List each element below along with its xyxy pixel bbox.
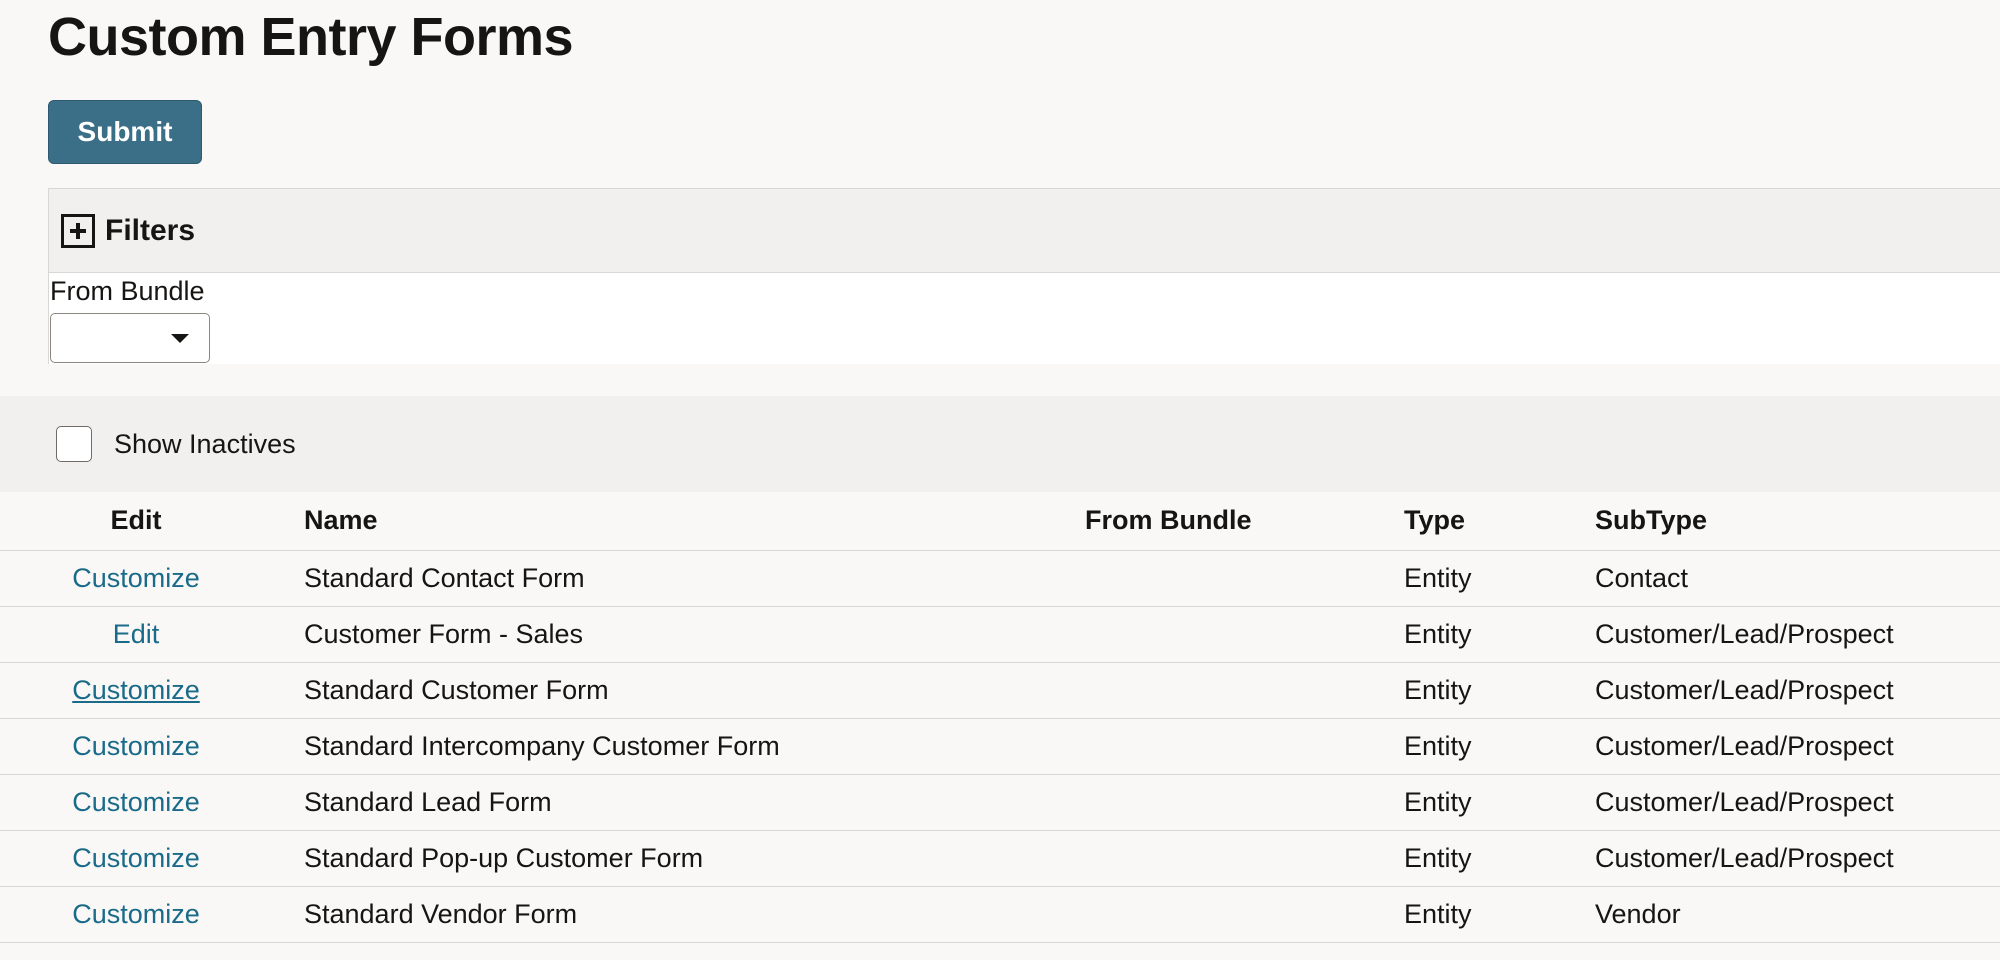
table-row: Customize Standard Intercompany Customer… — [0, 718, 2000, 775]
show-inactives-label[interactable]: Show Inactives — [114, 426, 296, 462]
forms-table: Edit Name From Bundle Type SubType Custo… — [0, 492, 2000, 943]
table-row: Edit Customer Form - Sales Entity Custom… — [0, 606, 2000, 663]
type-cell: Entity — [1370, 718, 1561, 775]
from-bundle-cell — [1051, 718, 1370, 775]
table-header-row: Edit Name From Bundle Type SubType — [0, 492, 2000, 551]
form-name-cell: Standard Customer Form — [272, 662, 1051, 719]
customize-link[interactable]: Customize — [72, 787, 200, 817]
table-row: Customize Standard Contact Form Entity C… — [0, 550, 2000, 607]
filters-toggle[interactable]: Filters — [49, 189, 2000, 273]
filters-panel: Filters From Bundle — [48, 188, 2000, 364]
from-bundle-cell — [1051, 886, 1370, 943]
table-row: Customize Standard Pop-up Customer Form … — [0, 830, 2000, 887]
row-action-cell: Customize — [0, 662, 272, 719]
row-action-cell: Customize — [0, 886, 272, 943]
from-bundle-cell — [1051, 606, 1370, 663]
custom-entry-forms-page: Custom Entry Forms Submit Filters From B… — [0, 0, 2000, 960]
plus-square-icon[interactable] — [61, 213, 95, 248]
table-row: Customize Standard Lead Form Entity Cust… — [0, 774, 2000, 831]
show-inactives-bar: Show Inactives — [0, 396, 2000, 492]
customize-link[interactable]: Customize — [72, 843, 200, 873]
subtype-cell: Customer/Lead/Prospect — [1561, 774, 2000, 831]
edit-link[interactable]: Edit — [113, 619, 160, 649]
form-name-cell: Standard Pop-up Customer Form — [272, 830, 1051, 887]
submit-button[interactable]: Submit — [48, 100, 202, 164]
from-bundle-cell — [1051, 550, 1370, 607]
column-header-name[interactable]: Name — [272, 492, 1051, 551]
subtype-cell: Customer/Lead/Prospect — [1561, 606, 2000, 663]
type-cell: Entity — [1370, 662, 1561, 719]
form-name-cell: Standard Intercompany Customer Form — [272, 718, 1051, 775]
form-name-cell: Standard Lead Form — [272, 774, 1051, 831]
table-row: Customize Standard Vendor Form Entity Ve… — [0, 886, 2000, 943]
column-header-subtype[interactable]: SubType — [1561, 492, 2000, 551]
table-row: Customize Standard Customer Form Entity … — [0, 662, 2000, 719]
caret-down-icon — [171, 334, 189, 343]
page-title: Custom Entry Forms — [48, 7, 574, 67]
row-action-cell: Customize — [0, 550, 272, 607]
filters-body: From Bundle — [49, 273, 2000, 364]
from-bundle-select[interactable] — [50, 313, 210, 363]
show-inactives-checkbox[interactable] — [56, 426, 92, 462]
column-header-from-bundle[interactable]: From Bundle — [1051, 492, 1370, 551]
row-action-cell: Customize — [0, 718, 272, 775]
row-action-cell: Customize — [0, 830, 272, 887]
column-header-edit[interactable]: Edit — [0, 492, 272, 551]
row-action-cell: Customize — [0, 774, 272, 831]
type-cell: Entity — [1370, 886, 1561, 943]
type-cell: Entity — [1370, 550, 1561, 607]
type-cell: Entity — [1370, 830, 1561, 887]
type-cell: Entity — [1370, 606, 1561, 663]
subtype-cell: Contact — [1561, 550, 2000, 607]
from-bundle-cell — [1051, 830, 1370, 887]
from-bundle-filter-label: From Bundle — [50, 276, 205, 306]
subtype-cell: Customer/Lead/Prospect — [1561, 718, 2000, 775]
customize-link[interactable]: Customize — [72, 731, 200, 761]
subtype-cell: Customer/Lead/Prospect — [1561, 830, 2000, 887]
customize-link[interactable]: Customize — [72, 563, 200, 593]
row-action-cell: Edit — [0, 606, 272, 663]
column-header-type[interactable]: Type — [1370, 492, 1561, 551]
form-name-cell: Customer Form - Sales — [272, 606, 1051, 663]
customize-link[interactable]: Customize — [72, 675, 200, 705]
subtype-cell: Vendor — [1561, 886, 2000, 943]
type-cell: Entity — [1370, 774, 1561, 831]
form-name-cell: Standard Contact Form — [272, 550, 1051, 607]
form-name-cell: Standard Vendor Form — [272, 886, 1051, 943]
subtype-cell: Customer/Lead/Prospect — [1561, 662, 2000, 719]
from-bundle-cell — [1051, 774, 1370, 831]
filters-label: Filters — [105, 213, 196, 247]
from-bundle-cell — [1051, 662, 1370, 719]
customize-link[interactable]: Customize — [72, 899, 200, 929]
